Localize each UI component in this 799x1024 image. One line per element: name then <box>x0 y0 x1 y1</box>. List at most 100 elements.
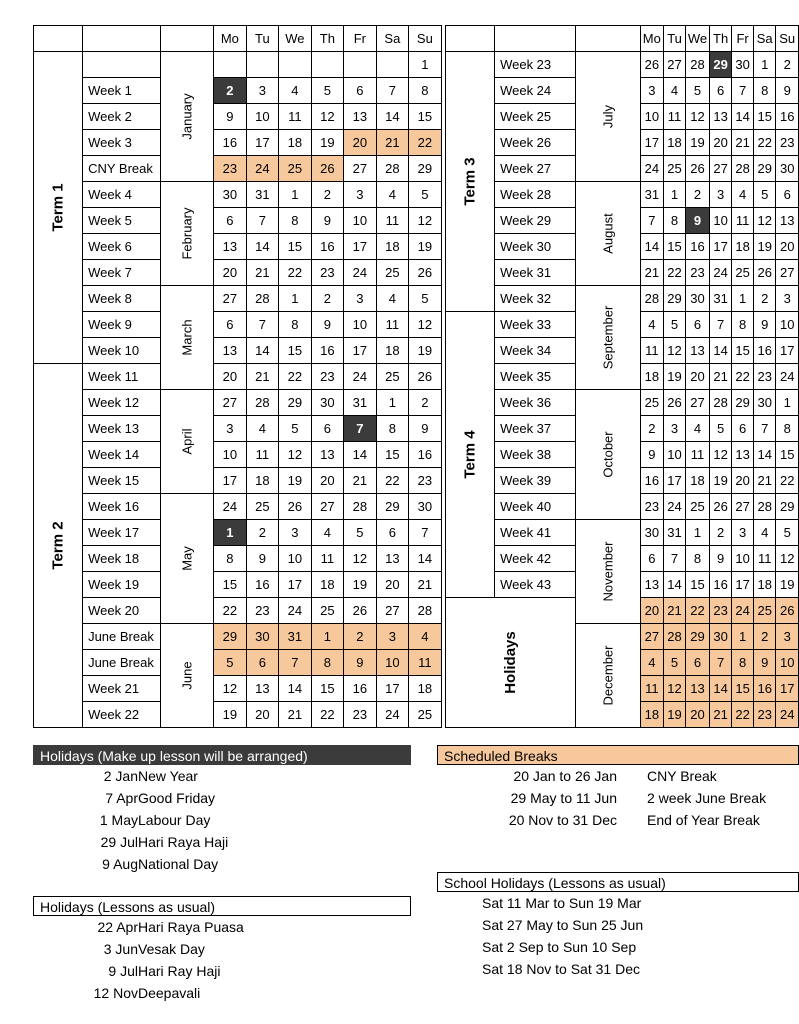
week-label: Week 23 <box>494 51 576 78</box>
month-label-august: August <box>574 181 641 286</box>
legend-holidays-usual-list: 22 Apr Hari Raya Puasa 3 Jun Vesak Day 9 Jul… <box>33 916 411 1004</box>
day-cell: 29 <box>213 623 247 650</box>
day-cell: 7 <box>245 311 280 338</box>
day-cell: 16 <box>752 675 777 702</box>
day-cell: 18 <box>731 233 754 260</box>
legend-school-holidays-title: School Holidays (Lessons as usual) <box>437 872 799 892</box>
day-cell: 1 <box>731 623 754 650</box>
term-label-term-2: Term 2 <box>32 363 84 728</box>
day-cell: 21 <box>375 129 410 156</box>
day-cell: 8 <box>684 545 711 572</box>
month-label-february: February <box>160 181 215 286</box>
day-cell: 16 <box>310 337 345 364</box>
day-cell: 21 <box>408 571 442 598</box>
day-cell: 31 <box>245 181 280 208</box>
week-label: Week 13 <box>82 415 162 442</box>
calendar-week-row: Week 6 13 14 15 16 17 18 19 <box>34 233 442 260</box>
day-cell: 6 <box>731 415 754 442</box>
week-label: Week 37 <box>494 415 576 442</box>
day-cell: 4 <box>731 181 754 208</box>
legend-row: 29 Jul Hari Raya Haji <box>33 831 411 853</box>
day-cell: 21 <box>752 467 777 494</box>
day-cell: 11 <box>639 675 665 702</box>
day-cell: 7 <box>278 649 312 676</box>
legend-school-holidays: School Holidays (Lessons as usual) Sat 1… <box>437 872 799 980</box>
calendar-week-row: Week 17 1 2 3 4 5 6 7 <box>34 519 442 546</box>
week-label: Week 12 <box>82 389 162 416</box>
week-label: Week 8 <box>82 285 162 312</box>
day-header-mo: Mo <box>213 25 247 52</box>
day-cell: 1 <box>213 519 247 546</box>
day-cell: 3 <box>731 519 754 546</box>
day-cell: 13 <box>213 337 247 364</box>
day-cell: 14 <box>245 233 280 260</box>
month-label-text: October <box>600 431 616 478</box>
calendar-week-row: CNY Break 23 24 25 26 27 28 29 <box>34 155 442 182</box>
day-cell: 11 <box>408 649 442 676</box>
term-label-text: Term 2 <box>49 521 67 570</box>
day-cell: 24 <box>343 363 377 390</box>
term-label-term-1: Term 1 <box>32 51 84 364</box>
day-header-th: Th <box>709 25 733 52</box>
month-label-text: March <box>179 319 195 356</box>
day-cell: 26 <box>343 597 377 624</box>
day-cell: 16 <box>343 675 377 702</box>
day-cell: 15 <box>663 233 686 260</box>
calendar-week-row: Term 1 January 1 <box>32 51 442 364</box>
day-cell: 19 <box>408 337 442 364</box>
day-cell: 7 <box>731 77 754 104</box>
month-label-may: May <box>160 493 215 624</box>
day-cell: 1 <box>775 389 799 416</box>
day-cell: 17 <box>709 233 733 260</box>
day-cell: 30 <box>775 155 799 182</box>
day-cell: 9 <box>684 207 711 234</box>
month-label-text: June <box>179 661 195 690</box>
day-cell: 4 <box>408 623 442 650</box>
calendar-week-row: Week 16 May 24 25 26 27 28 29 30 <box>34 493 442 624</box>
day-cell: 25 <box>408 701 442 728</box>
legend-name: 2 week June Break <box>647 790 767 806</box>
day-cell: 30 <box>684 285 711 312</box>
month-label-september: September <box>574 285 641 390</box>
day-cell: 13 <box>213 233 247 260</box>
month-label-text: September <box>600 305 616 370</box>
day-cell: 24 <box>663 493 686 520</box>
day-cell: 5 <box>663 311 686 338</box>
day-cell: 17 <box>775 675 799 702</box>
header-week-blank <box>82 25 162 52</box>
month-label-text: August <box>600 213 616 254</box>
week-label: Week 10 <box>82 337 162 364</box>
day-cell: 5 <box>663 649 686 676</box>
day-cell: 11 <box>375 207 410 234</box>
day-cell: 13 <box>375 545 410 572</box>
day-cell: 26 <box>278 493 312 520</box>
calendar-week-row: June Break 5 6 7 8 9 10 11 <box>34 649 442 676</box>
day-cell: 25 <box>752 597 777 624</box>
day-cell: 29 <box>375 493 410 520</box>
day-cell: 20 <box>731 467 754 494</box>
day-cell: 9 <box>752 311 777 338</box>
week-label: Week 32 <box>494 285 576 312</box>
day-cell: 13 <box>343 103 377 130</box>
day-cell: 28 <box>731 155 754 182</box>
day-cell: 7 <box>709 649 733 676</box>
day-cell: 21 <box>245 259 280 286</box>
day-cell: 24 <box>278 597 312 624</box>
day-cell: 17 <box>343 233 377 260</box>
day-cell: 4 <box>278 77 312 104</box>
day-cell: 4 <box>310 519 345 546</box>
day-cell: 19 <box>663 701 686 728</box>
legend-row: 1 May Labour Day <box>33 809 411 831</box>
day-cell: 19 <box>278 467 312 494</box>
day-cell: 22 <box>684 597 711 624</box>
day-cell: 11 <box>731 207 754 234</box>
legend-row: Sat 11 Mar to Sun 19 Mar <box>437 892 799 914</box>
day-header-su: Su <box>775 25 799 52</box>
day-cell: 5 <box>343 519 377 546</box>
month-label-december: December <box>574 623 641 728</box>
week-label: Week 40 <box>494 493 576 520</box>
week-label <box>82 51 162 78</box>
day-cell: 19 <box>775 571 799 598</box>
week-label: Week 20 <box>82 597 162 624</box>
week-label: Week 34 <box>494 337 576 364</box>
